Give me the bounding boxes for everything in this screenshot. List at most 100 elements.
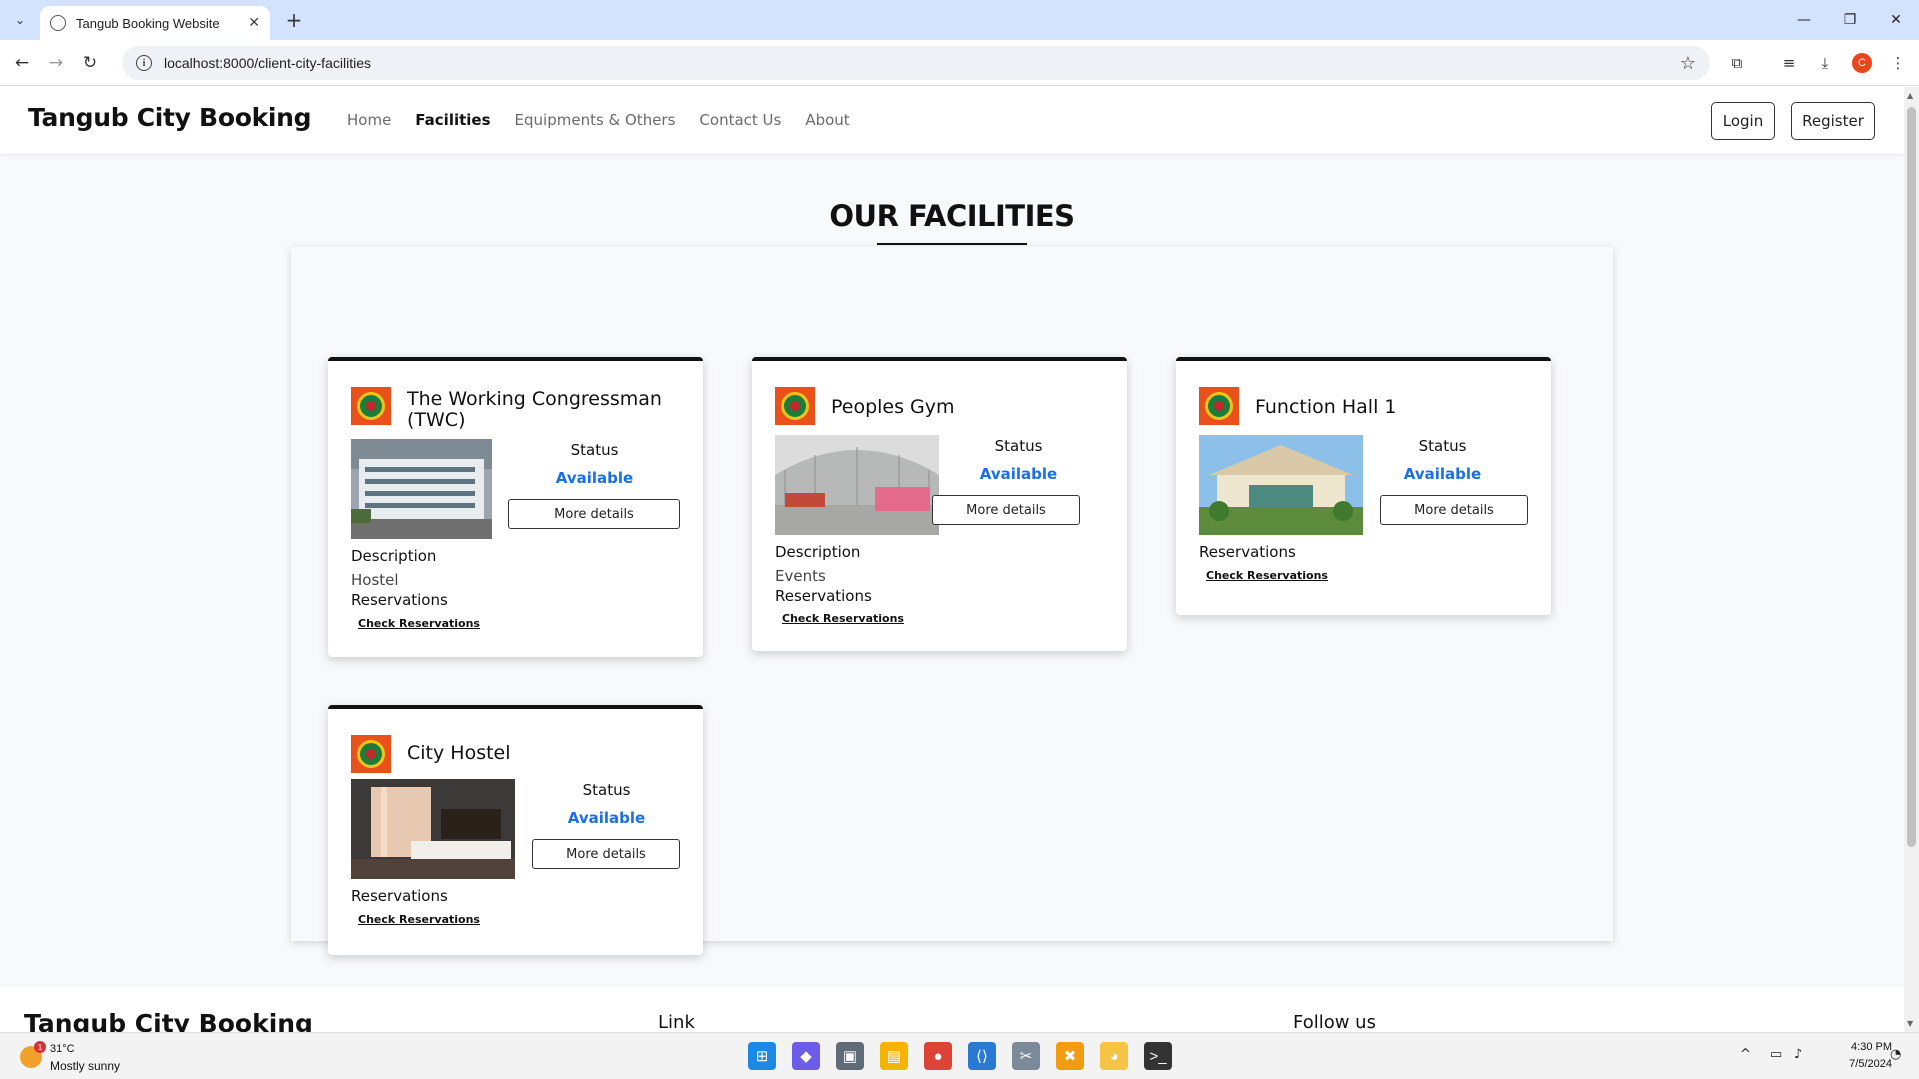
reload-icon[interactable]: ↻ bbox=[78, 51, 102, 75]
vscode-icon[interactable]: ⟨⟩ bbox=[968, 1042, 996, 1070]
page-scrollbar[interactable]: ▲ ▼ bbox=[1904, 87, 1919, 1032]
globe-icon bbox=[50, 15, 66, 31]
description-value: Events bbox=[775, 567, 826, 585]
browser-tab[interactable]: Tangub Booking Website ✕ bbox=[40, 6, 270, 40]
reservations-label: Reservations bbox=[351, 887, 448, 905]
weather-badge: 1 bbox=[34, 1041, 46, 1053]
weather-temp[interactable]: 31°C bbox=[50, 1043, 75, 1055]
description-value: Hostel bbox=[351, 571, 399, 589]
snipping-tool-icon[interactable]: ✂ bbox=[1012, 1042, 1040, 1070]
check-reservations-link[interactable]: Check Reservations bbox=[1206, 569, 1328, 582]
register-button[interactable]: Register bbox=[1791, 102, 1875, 140]
description-label: Description bbox=[351, 547, 437, 565]
file-explorer-icon[interactable]: ▤ bbox=[880, 1042, 908, 1070]
city-seal-logo bbox=[351, 387, 391, 425]
facility-card-peoples-gym: Peoples Gym Status Available More detail… bbox=[752, 357, 1127, 651]
page-title: OUR FACILITIES bbox=[829, 199, 1075, 233]
minimize-icon[interactable]: — bbox=[1781, 0, 1827, 40]
more-details-button[interactable]: More details bbox=[932, 495, 1080, 525]
page-viewport: Tangub City Booking Home Facilities Equi… bbox=[0, 87, 1904, 1032]
check-reservations-link[interactable]: Check Reservations bbox=[358, 913, 480, 926]
os-taskbar: 1 31°C Mostly sunny ⊞ ◆ ▣ ▤ ● ⟨⟩ ✂ ✖ ◕ >… bbox=[0, 1032, 1919, 1079]
extensions-icon[interactable]: ⧉ bbox=[1725, 51, 1749, 75]
facility-photo-function-hall[interactable] bbox=[1199, 435, 1363, 535]
copilot-icon[interactable]: ◆ bbox=[792, 1042, 820, 1070]
check-reservations-link[interactable]: Check Reservations bbox=[358, 617, 480, 630]
scroll-down-icon[interactable]: ▼ bbox=[1907, 1019, 1913, 1028]
scroll-up-icon[interactable]: ▲ bbox=[1907, 91, 1913, 100]
app-icon[interactable]: ◕ bbox=[1100, 1042, 1128, 1070]
clock-time[interactable]: 4:30 PM bbox=[1832, 1041, 1892, 1053]
footer-link-heading: Link bbox=[658, 1012, 695, 1032]
footer-brand: Tangub City Booking bbox=[24, 1009, 313, 1032]
facility-photo-city-hostel[interactable] bbox=[351, 779, 515, 879]
city-seal-logo bbox=[1199, 387, 1239, 425]
facility-photo-twc[interactable] bbox=[351, 439, 492, 539]
clock-date[interactable]: 7/5/2024 bbox=[1832, 1058, 1892, 1070]
close-window-icon[interactable]: ✕ bbox=[1873, 0, 1919, 40]
more-details-button[interactable]: More details bbox=[1380, 495, 1528, 525]
nav-contact[interactable]: Contact Us bbox=[699, 111, 781, 129]
facility-name: Function Hall 1 bbox=[1255, 396, 1397, 418]
status-label: Status bbox=[570, 441, 619, 459]
back-arrow-icon[interactable]: ← bbox=[10, 51, 34, 75]
nav-equipments[interactable]: Equipments & Others bbox=[515, 111, 676, 129]
network-icon[interactable]: ▭ bbox=[1770, 1047, 1782, 1062]
status-label: Status bbox=[1418, 437, 1467, 455]
facility-card-function-hall: Function Hall 1 Status Available More de… bbox=[1176, 357, 1551, 615]
scroll-thumb[interactable] bbox=[1907, 107, 1916, 847]
status-value: Available bbox=[555, 469, 634, 487]
description-label: Description bbox=[775, 543, 861, 561]
restore-icon[interactable]: ❐ bbox=[1827, 0, 1873, 40]
city-seal-logo bbox=[351, 735, 391, 773]
profile-avatar[interactable]: C bbox=[1852, 53, 1872, 73]
login-button[interactable]: Login bbox=[1711, 102, 1775, 140]
task-view-icon[interactable]: ▣ bbox=[836, 1042, 864, 1070]
browser-toolbar: ← → ↻ i localhost:8000/client-city-facil… bbox=[0, 40, 1919, 86]
status-value: Available bbox=[1403, 465, 1482, 483]
reservations-label: Reservations bbox=[351, 591, 448, 609]
media-controls-icon[interactable]: ≡ bbox=[1777, 51, 1801, 75]
status-value: Available bbox=[979, 465, 1058, 483]
terminal-icon[interactable]: >_ bbox=[1144, 1042, 1172, 1070]
status-value: Available bbox=[567, 809, 646, 827]
browser-tab-bar: ⌄ Tangub Booking Website ✕ + — ❐ ✕ bbox=[0, 0, 1919, 40]
nav-links: Home Facilities Equipments & Others Cont… bbox=[347, 111, 874, 129]
address-bar[interactable]: i localhost:8000/client-city-facilities … bbox=[122, 46, 1710, 80]
download-icon[interactable]: ⤓ bbox=[1813, 51, 1837, 75]
new-tab-icon[interactable]: + bbox=[282, 8, 306, 32]
footer-follow-heading: Follow us bbox=[1293, 1012, 1376, 1032]
facility-photo-peoples-gym[interactable] bbox=[775, 435, 939, 535]
city-seal-logo bbox=[775, 387, 815, 425]
start-windows-icon[interactable]: ⊞ bbox=[748, 1042, 776, 1070]
status-label: Status bbox=[994, 437, 1043, 455]
tab-search-chevron-icon[interactable]: ⌄ bbox=[8, 8, 32, 32]
xampp-icon[interactable]: ✖ bbox=[1056, 1042, 1084, 1070]
site-brand[interactable]: Tangub City Booking bbox=[28, 103, 312, 132]
notification-bell-icon[interactable]: ◔ bbox=[1890, 1047, 1901, 1062]
nav-home[interactable]: Home bbox=[347, 111, 391, 129]
nav-about[interactable]: About bbox=[805, 111, 849, 129]
check-reservations-link[interactable]: Check Reservations bbox=[782, 612, 904, 625]
title-underline bbox=[877, 243, 1027, 245]
volume-icon[interactable]: ♪ bbox=[1794, 1047, 1802, 1062]
facility-name: The Working Congressman (TWC) bbox=[407, 388, 662, 431]
reservations-label: Reservations bbox=[775, 587, 872, 605]
url-text[interactable]: localhost:8000/client-city-facilities bbox=[164, 55, 371, 71]
bookmark-star-icon[interactable]: ☆ bbox=[1680, 53, 1696, 74]
window-controls: — ❐ ✕ bbox=[1781, 0, 1919, 40]
tray-chevron-icon[interactable]: ^ bbox=[1740, 1047, 1751, 1062]
weather-desc[interactable]: Mostly sunny bbox=[50, 1059, 120, 1073]
reservations-label: Reservations bbox=[1199, 543, 1296, 561]
more-details-button[interactable]: More details bbox=[508, 499, 680, 529]
nav-facilities[interactable]: Facilities bbox=[415, 111, 490, 129]
chrome-icon[interactable]: ● bbox=[924, 1042, 952, 1070]
site-footer: Tangub City Booking Link Follow us bbox=[0, 987, 1904, 1032]
forward-arrow-icon[interactable]: → bbox=[44, 51, 68, 75]
more-menu-icon[interactable]: ⋮ bbox=[1886, 51, 1910, 75]
status-label: Status bbox=[582, 781, 631, 799]
more-details-button[interactable]: More details bbox=[532, 839, 680, 869]
site-info-icon[interactable]: i bbox=[136, 55, 152, 71]
site-navbar: Tangub City Booking Home Facilities Equi… bbox=[0, 87, 1904, 154]
close-tab-icon[interactable]: ✕ bbox=[248, 15, 260, 31]
